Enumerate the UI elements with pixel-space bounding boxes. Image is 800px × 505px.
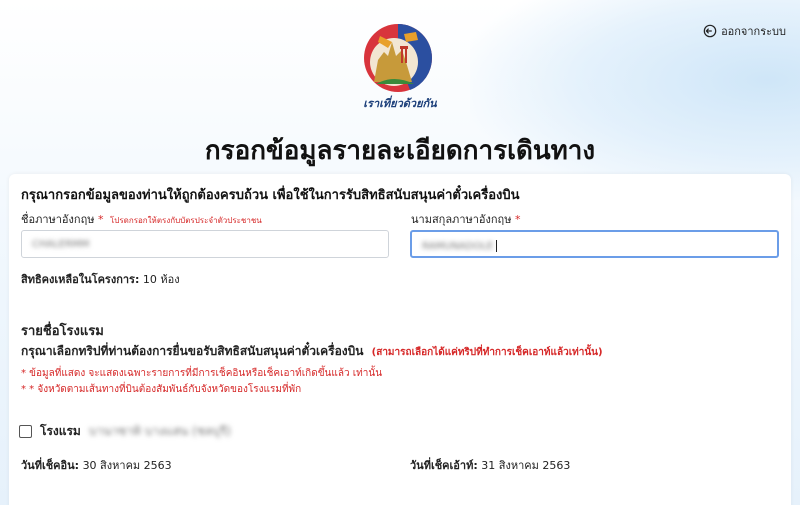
form-card: กรุณากรอกข้อมูลของท่านให้ถูกต้องครบถ้วน …: [9, 174, 791, 505]
first-name-label: ชื่อภาษาอังกฤษ * โปรดกรอกให้ตรงกับบัตรปร…: [21, 213, 262, 226]
last-name-input[interactable]: RAMUNADOLE: [410, 230, 779, 258]
hotel-instruction: กรุณาเลือกทริปที่ท่านต้องการยื่นขอรับสิท…: [21, 344, 603, 358]
note-1: * ข้อมูลที่แสดง จะแสดงเฉพาะรายการที่มีกา…: [21, 368, 383, 379]
hotel-name: บานาซาทิ บางแสน (ชลบุรี): [88, 424, 231, 438]
instruction-note: (สามารถเลือกได้แค่ทริปที่ทำการเช็คเอาท์แ…: [371, 347, 603, 358]
hotel-option[interactable]: โรงแรม บานาซาทิ บางแสน (ชลบุรี): [19, 422, 231, 441]
checkout-date: วันที่เช็คเอ้าท์: 31 สิงหาคม 2563: [410, 459, 571, 472]
first-name-input[interactable]: CHALERMM: [21, 230, 389, 258]
checkin-date: วันที่เช็คอิน: 30 สิงหาคม 2563: [21, 459, 172, 472]
form-intro: กรุณากรอกข้อมูลของท่านให้ถูกต้องครบถ้วน …: [21, 188, 520, 203]
last-name-value: RAMUNADOLE: [422, 241, 494, 252]
logo-caption: เราเที่ยวด้วยกัน: [363, 97, 437, 110]
hotel-label: โรงแรม: [40, 424, 81, 438]
last-name-label: นามสกุลภาษาอังกฤษ *: [411, 213, 521, 226]
text-cursor: [496, 240, 498, 252]
note-2: * * จังหวัดตามเส้นทางที่บินต้องสัมพันธ์ก…: [21, 384, 302, 395]
hotel-section-title: รายชื่อโรงแรม: [21, 324, 104, 339]
first-name-value: CHALERMM: [32, 239, 90, 250]
logout-icon: [703, 24, 717, 38]
logout-button[interactable]: ออกจากระบบ: [703, 22, 786, 40]
quota-text: สิทธิคงเหลือในโครงการ: 10 ห้อง: [21, 273, 180, 286]
hotel-checkbox[interactable]: [19, 425, 32, 438]
page-title: กรอกข้อมูลรายละเอียดการเดินทาง: [204, 136, 596, 166]
logout-label: ออกจากระบบ: [721, 25, 786, 38]
